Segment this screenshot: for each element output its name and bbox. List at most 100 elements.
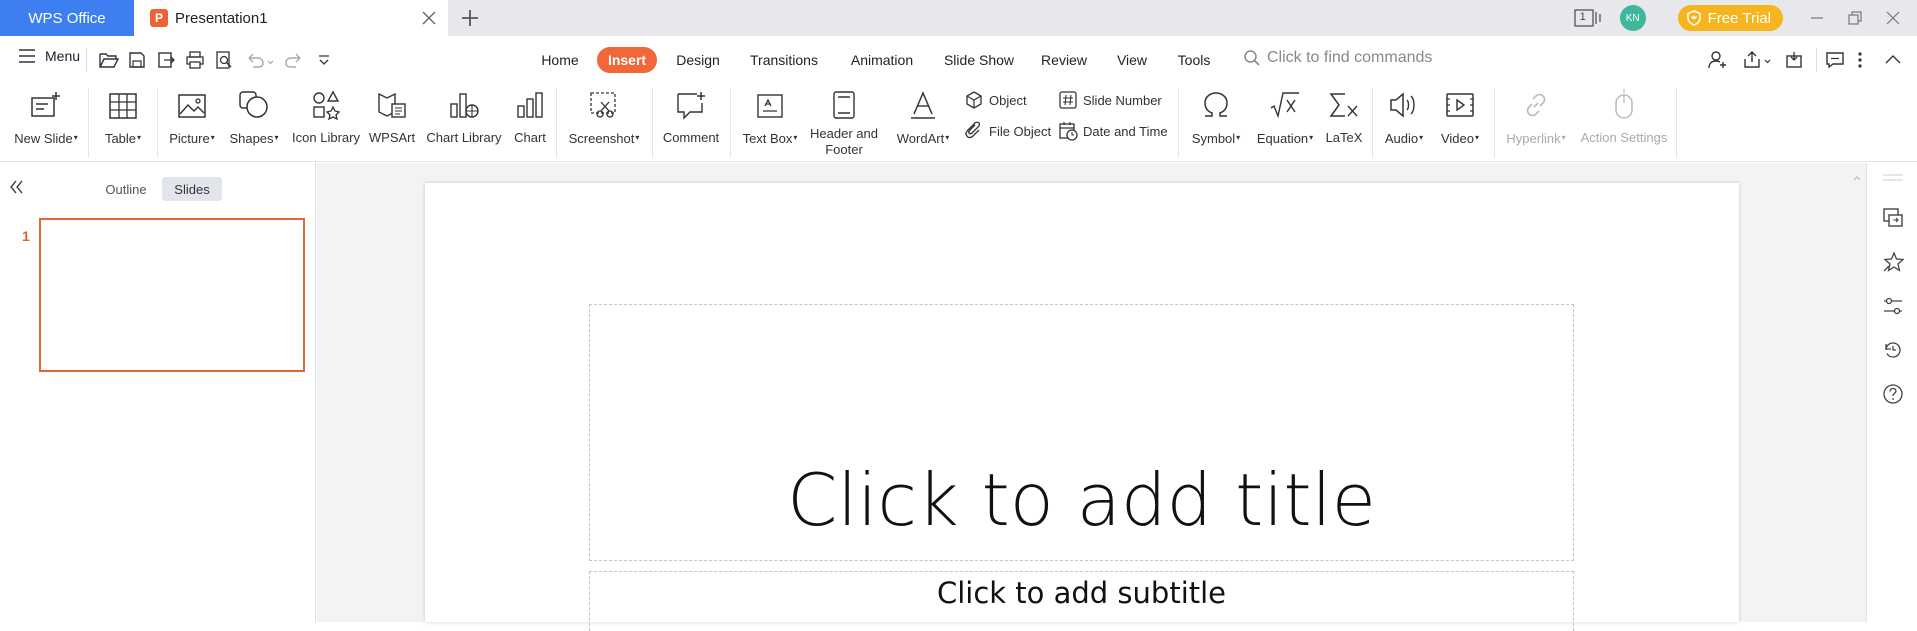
comment-button[interactable]: Comment (658, 84, 724, 162)
picture-icon (178, 94, 206, 118)
redo-icon[interactable] (284, 50, 304, 70)
slide-transition-icon[interactable] (1882, 207, 1904, 229)
picture-button[interactable]: Picture▾ (164, 84, 220, 162)
wps-office-tab-label: WPS Office (28, 9, 106, 27)
chart-library-icon (450, 93, 479, 118)
tab-tools[interactable]: Tools (1170, 47, 1218, 73)
undo-icon[interactable] (244, 50, 274, 70)
new-tab-button[interactable] (460, 8, 480, 28)
new-slide-button[interactable]: New Slide▾ (10, 84, 82, 162)
slide[interactable]: Click to add title Click to add subtitle (425, 183, 1739, 631)
collapse-ribbon-icon[interactable] (1884, 50, 1902, 70)
close-window-icon[interactable] (1885, 10, 1901, 26)
tab-home[interactable]: Home (534, 47, 586, 73)
chart-icon (517, 92, 543, 118)
subtitle-placeholder[interactable]: Click to add subtitle (589, 571, 1574, 631)
history-icon[interactable] (1882, 339, 1904, 361)
hyperlink-button[interactable]: Hyperlink▾ (1500, 84, 1572, 162)
tab-outline[interactable]: Outline (96, 177, 156, 201)
divider (88, 88, 89, 158)
date-time-label: Date and Time (1083, 123, 1168, 139)
video-label: Video (1440, 131, 1474, 146)
share-user-icon[interactable] (1707, 50, 1729, 70)
table-label: Table (104, 131, 137, 146)
speaker-icon (1390, 92, 1415, 118)
tab-slide-show[interactable]: Slide Show (940, 47, 1018, 73)
chart-library-button[interactable]: Chart Library (422, 84, 506, 162)
document-tab[interactable]: P Presentation1 (134, 0, 448, 36)
minimize-icon[interactable] (1809, 10, 1825, 26)
subtitle-placeholder-text: Click to add subtitle (936, 576, 1227, 610)
action-settings-button[interactable]: Action Settings (1576, 84, 1672, 162)
vertical-scrollbar[interactable] (1848, 163, 1866, 622)
icon-library-label: Icon Library (292, 130, 360, 145)
tab-transitions[interactable]: Transitions (744, 47, 824, 73)
print-icon[interactable] (185, 50, 205, 70)
search-icon (1244, 50, 1260, 66)
file-object-button[interactable]: File Object (964, 121, 1051, 141)
tab-review[interactable]: Review (1036, 47, 1092, 73)
text-box-button[interactable]: Text Box▾ (738, 84, 802, 162)
help-icon[interactable] (1882, 383, 1904, 405)
screenshot-icon (590, 92, 616, 118)
date-time-button[interactable]: Date and Time (1058, 121, 1168, 141)
shapes-button[interactable]: Shapes▾ (224, 84, 284, 162)
equation-button[interactable]: Equation▾ (1252, 84, 1318, 162)
collaborate-icon[interactable] (1783, 50, 1805, 70)
header-footer-button[interactable]: Header and Footer (806, 84, 882, 162)
presentation-icon: P (150, 9, 168, 27)
audio-label: Audio (1384, 131, 1419, 146)
tab-slides[interactable]: Slides (162, 177, 222, 201)
tab-insert[interactable]: Insert (597, 47, 657, 73)
slide-number-button[interactable]: Slide Number (1058, 90, 1162, 110)
divider (1494, 88, 1495, 158)
free-trial-button[interactable]: Free Trial (1677, 5, 1783, 31)
export-icon[interactable] (156, 50, 176, 70)
tab-design[interactable]: Design (670, 47, 726, 73)
avatar[interactable]: KN (1619, 5, 1646, 31)
share-export-icon[interactable] (1742, 50, 1774, 70)
wordart-button[interactable]: WordArt▾ (890, 84, 956, 162)
divider (556, 88, 557, 158)
restore-icon[interactable] (1847, 10, 1863, 26)
insert-ribbon: New Slide▾ Table▾ Picture▾ Shapes▾ Icon … (0, 84, 1917, 162)
animation-star-icon[interactable] (1882, 251, 1904, 273)
new-slide-label: New Slide (14, 131, 73, 146)
collapse-panel-icon[interactable] (8, 179, 26, 195)
more-options-icon[interactable] (1856, 50, 1864, 70)
customize-quick-access-icon[interactable] (316, 50, 332, 70)
close-tab-icon[interactable] (420, 9, 438, 27)
symbol-button[interactable]: Symbol▾ (1184, 84, 1248, 162)
divider (1178, 88, 1179, 158)
wordart-icon (911, 91, 935, 119)
find-commands-search[interactable]: Click to find commands (1243, 49, 1432, 67)
properties-sliders-icon[interactable] (1882, 295, 1904, 317)
table-icon (109, 93, 137, 119)
shapes-icon (239, 91, 268, 118)
video-button[interactable]: Video▾ (1434, 84, 1486, 162)
wps-office-tab[interactable]: WPS Office (0, 0, 134, 36)
slide-thumbnail[interactable] (39, 218, 305, 372)
open-folder-icon[interactable] (98, 50, 120, 70)
icon-library-icon (313, 90, 341, 120)
tab-view[interactable]: View (1110, 47, 1154, 73)
window-switcher-icon[interactable]: 1 (1573, 8, 1602, 28)
wpsart-label: WPSArt (368, 130, 416, 145)
title-placeholder-text: Click to add title (787, 458, 1376, 542)
title-placeholder[interactable]: Click to add title (589, 304, 1574, 561)
divider (157, 88, 158, 158)
icon-library-button[interactable]: Icon Library (290, 84, 362, 162)
print-preview-icon[interactable] (214, 50, 234, 70)
comments-icon[interactable] (1825, 50, 1845, 70)
object-button[interactable]: Object (964, 90, 1027, 110)
chart-button[interactable]: Chart (510, 84, 550, 162)
menu-button[interactable]: Menu (18, 48, 80, 64)
table-button[interactable]: Table▾ (96, 84, 150, 162)
save-icon[interactable] (127, 50, 147, 70)
audio-button[interactable]: Audio▾ (1378, 84, 1430, 162)
tab-animation[interactable]: Animation (843, 47, 921, 73)
wpsart-button[interactable]: WPSArt (366, 84, 418, 162)
latex-button[interactable]: LaTeX (1322, 84, 1366, 162)
calendar-clock-icon (1059, 122, 1078, 141)
screenshot-button[interactable]: Screenshot▾ (564, 84, 644, 162)
